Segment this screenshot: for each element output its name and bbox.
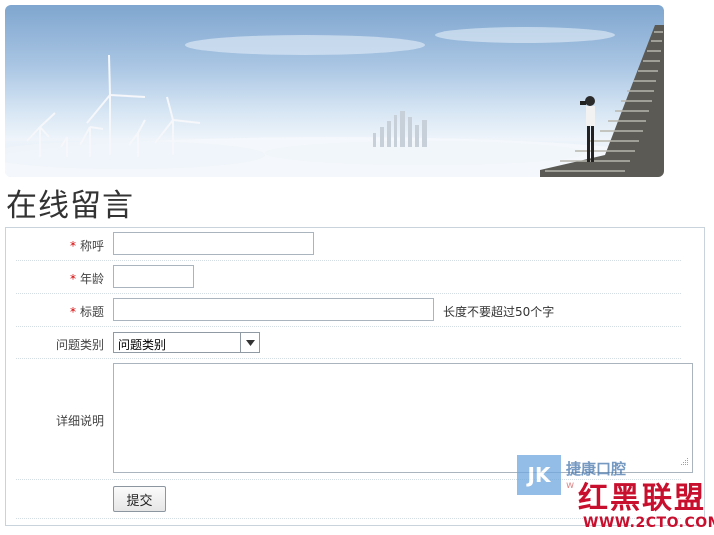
dropdown-arrow-icon[interactable]	[240, 333, 259, 352]
jk-badge-logo: JK	[517, 455, 561, 495]
age-label: * 年龄	[69, 272, 104, 286]
required-mark: *	[69, 305, 76, 319]
page-title: 在线留言	[6, 188, 134, 224]
required-mark: *	[69, 239, 76, 253]
detail-textarea[interactable]	[113, 363, 693, 473]
page: 在线留言 *称呼 *年龄 *标题 长度不要超过50个字 问题类别 问题类别	[0, 0, 714, 535]
name-label: * 称呼	[69, 239, 104, 253]
submit-button[interactable]: 提交	[113, 486, 166, 512]
watermark-logo: 红黑联盟	[578, 481, 706, 516]
banner-illustration	[5, 25, 664, 177]
row-divider	[16, 293, 681, 294]
category-selected-value: 问题类别	[118, 338, 167, 352]
row-divider	[16, 358, 681, 359]
resize-grip-icon[interactable]	[680, 455, 689, 469]
detail-label: 详细说明	[55, 414, 104, 428]
subject-input[interactable]	[113, 298, 434, 321]
row-divider	[16, 326, 681, 327]
jk-badge-url: w	[566, 480, 575, 491]
category-label: 问题类别	[55, 338, 104, 352]
subject-label: * 标题	[69, 305, 104, 319]
watermark-url: WWW.2CTO.COM	[583, 515, 714, 531]
subject-hint: 长度不要超过50个字	[443, 305, 555, 319]
row-divider	[16, 260, 681, 261]
category-select[interactable]: 问题类别	[113, 332, 260, 353]
banner-image	[5, 5, 664, 177]
name-input[interactable]	[113, 232, 314, 255]
required-mark: *	[69, 272, 76, 286]
age-input[interactable]	[113, 265, 194, 288]
row-divider	[16, 518, 681, 519]
